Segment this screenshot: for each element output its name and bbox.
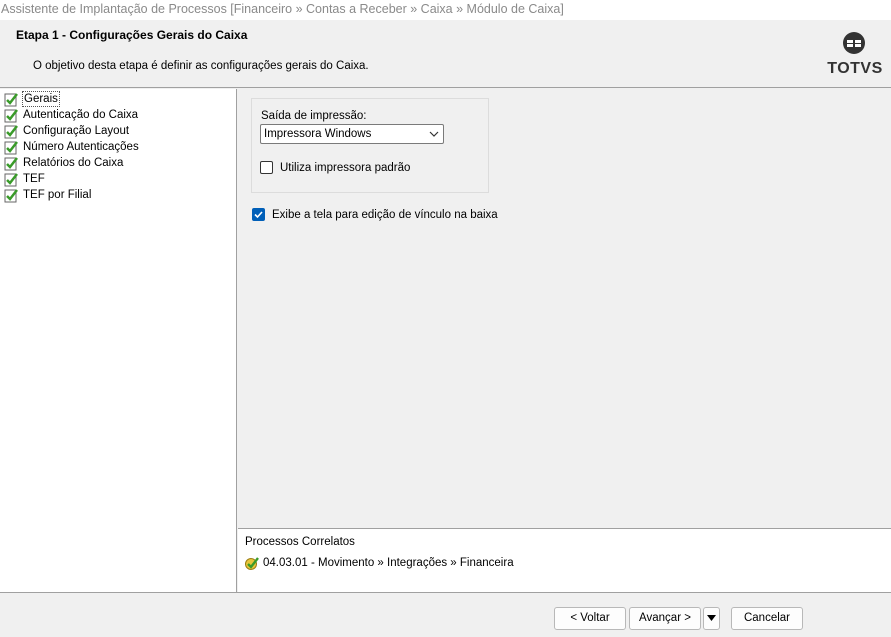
- green-check-icon: [4, 92, 18, 106]
- correlated-title: Processos Correlatos: [245, 536, 355, 548]
- next-button[interactable]: Avançar >: [629, 607, 701, 630]
- wizard-header: Etapa 1 - Configurações Gerais do Caixa …: [0, 20, 891, 88]
- cancel-button[interactable]: Cancelar: [731, 607, 803, 630]
- totvs-logo: TOTVS: [823, 30, 887, 82]
- correlated-process-text: 04.03.01 - Movimento » Integrações » Fin…: [263, 557, 514, 569]
- logo-text: TOTVS: [827, 60, 883, 77]
- step-item-tef[interactable]: TEF: [4, 171, 45, 187]
- step-description: O objetivo desta etapa é definir as conf…: [33, 60, 369, 72]
- print-output-select[interactable]: Impressora Windows: [260, 124, 444, 144]
- show-link-edit-label: Exibe a tela para edição de vínculo na b…: [272, 208, 498, 221]
- correlated-process-link[interactable]: 04.03.01 - Movimento » Integrações » Fin…: [244, 555, 514, 571]
- process-check-icon: [245, 557, 259, 570]
- print-output-group: Saída de impressão: Impressora Windows U…: [251, 98, 489, 193]
- default-printer-checkbox-row[interactable]: Utiliza impressora padrão: [260, 161, 410, 174]
- step-item-relatorios[interactable]: Relatórios do Caixa: [4, 155, 123, 171]
- step-item-label: Relatórios do Caixa: [23, 157, 124, 169]
- green-check-icon: [4, 140, 18, 154]
- step-item-label: Autenticação do Caixa: [23, 109, 139, 121]
- print-output-label: Saída de impressão:: [261, 110, 367, 122]
- print-output-value: Impressora Windows: [264, 128, 372, 140]
- step-title: Etapa 1 - Configurações Gerais do Caixa: [16, 28, 248, 42]
- totvs-logo-icon: [843, 32, 865, 54]
- show-link-edit-checkbox-row[interactable]: Exibe a tela para edição de vínculo na b…: [252, 208, 498, 221]
- green-check-icon: [4, 156, 18, 170]
- green-check-icon: [4, 124, 18, 138]
- checkmark-icon: [254, 211, 263, 219]
- chevron-down-icon: [429, 131, 439, 137]
- wizard-buttons: < Voltar Avançar > Cancelar: [0, 592, 891, 637]
- window-title: Assistente de Implantação de Processos […: [0, 0, 891, 20]
- step-item-label: Número Autenticações: [23, 141, 139, 153]
- back-button[interactable]: < Voltar: [554, 607, 626, 630]
- step-item-numero-autenticacoes[interactable]: Número Autenticações: [4, 139, 139, 155]
- green-check-icon: [4, 188, 18, 202]
- caret-down-icon: [707, 615, 716, 621]
- show-link-edit-checkbox[interactable]: [252, 208, 265, 221]
- step-item-gerais[interactable]: Gerais: [4, 91, 60, 107]
- step-item-label: Gerais: [22, 91, 60, 107]
- step-item-label: Configuração Layout: [23, 125, 130, 137]
- step-item-configuracao-layout[interactable]: Configuração Layout: [4, 123, 129, 139]
- default-printer-label: Utiliza impressora padrão: [280, 161, 411, 174]
- step-item-label: TEF por Filial: [23, 189, 92, 201]
- step-content: Saída de impressão: Impressora Windows U…: [238, 89, 891, 528]
- step-item-label: TEF: [23, 173, 45, 185]
- step-item-autenticacao[interactable]: Autenticação do Caixa: [4, 107, 138, 123]
- steps-tree: Gerais Autenticação do Caixa Configuraçã…: [0, 89, 237, 592]
- default-printer-checkbox[interactable]: [260, 161, 273, 174]
- green-check-icon: [4, 172, 18, 186]
- correlated-processes: Processos Correlatos 04.03.01 - Moviment…: [238, 528, 891, 592]
- green-check-icon: [4, 108, 18, 122]
- step-item-tef-por-filial[interactable]: TEF por Filial: [4, 187, 91, 203]
- next-dropdown-button[interactable]: [703, 607, 720, 630]
